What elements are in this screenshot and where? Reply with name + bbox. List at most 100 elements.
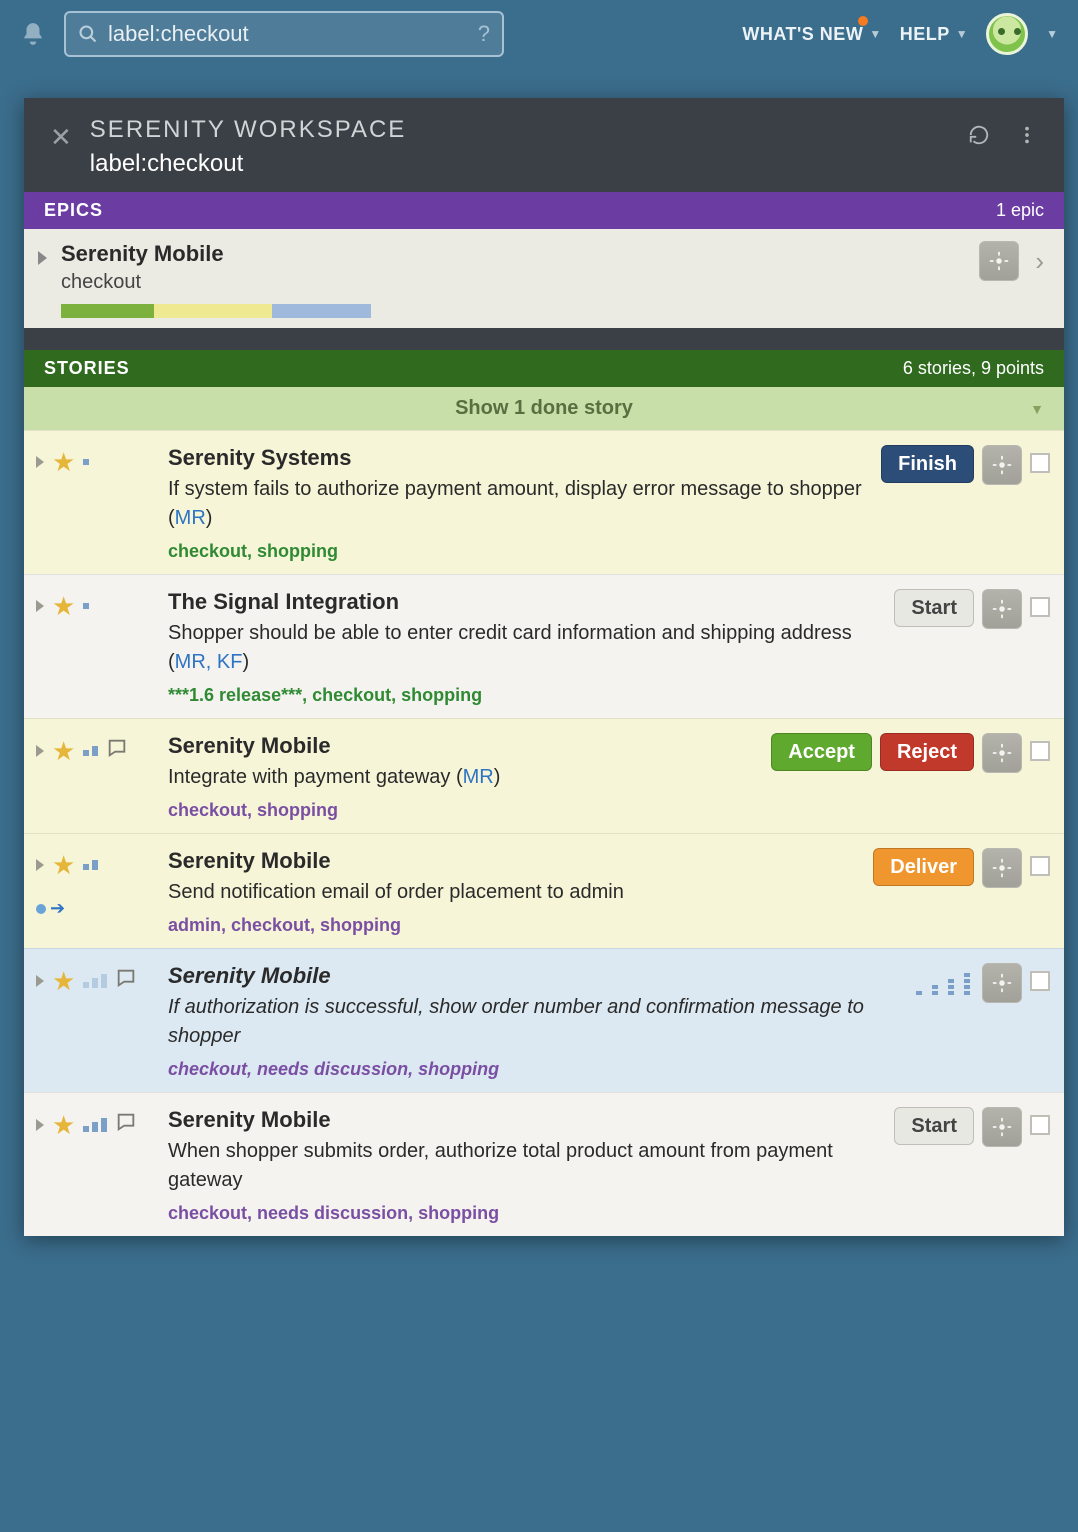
- story-title: If system fails to authorize payment amo…: [168, 475, 869, 533]
- locate-button[interactable]: [982, 848, 1022, 888]
- stories-summary: 6 stories, 9 points: [903, 358, 1044, 379]
- select-checkbox[interactable]: [1030, 971, 1050, 991]
- expand-icon[interactable]: [36, 745, 44, 757]
- epics-header: EPICS 1 epic: [24, 192, 1064, 229]
- kebab-icon[interactable]: [1016, 124, 1038, 146]
- help-link[interactable]: HELP ▼: [900, 24, 968, 45]
- refresh-icon[interactable]: [968, 124, 990, 146]
- story-title: When shopper submits order, authorize to…: [168, 1137, 882, 1195]
- search-help-icon[interactable]: ?: [478, 21, 490, 47]
- workspace-title: SERENITY WORKSPACE: [90, 116, 950, 144]
- story-title: Shopper should be able to enter credit c…: [168, 619, 882, 677]
- locate-button[interactable]: [982, 733, 1022, 773]
- select-checkbox[interactable]: [1030, 741, 1050, 761]
- story-labels[interactable]: checkout, shopping: [168, 800, 759, 821]
- story-title: Integrate with payment gateway (MR): [168, 763, 759, 792]
- story-project: Serenity Systems: [168, 445, 869, 471]
- search-panel: ✕ SERENITY WORKSPACE label:checkout EPIC…: [24, 98, 1064, 1236]
- epics-label: EPICS: [44, 200, 103, 221]
- story-title: If authorization is successful, show ord…: [168, 993, 904, 1051]
- estimate-indicator: [83, 860, 98, 870]
- blocker-icon[interactable]: ➔: [36, 898, 65, 919]
- locate-button[interactable]: [982, 589, 1022, 629]
- epic-title: Serenity Mobile: [61, 241, 965, 267]
- estimate-indicator: [83, 459, 89, 465]
- chevron-down-icon[interactable]: ▼: [1046, 27, 1058, 41]
- story-project: Serenity Mobile: [168, 848, 861, 874]
- star-icon: ★: [52, 852, 75, 878]
- search-input[interactable]: [108, 21, 468, 47]
- estimate-indicator: [83, 746, 98, 756]
- close-icon[interactable]: ✕: [50, 122, 72, 153]
- estimate-indicator: [83, 974, 107, 988]
- story-labels[interactable]: checkout, needs discussion, shopping: [168, 1203, 882, 1224]
- star-icon: ★: [52, 1112, 75, 1138]
- story-row[interactable]: ★ The Signal Integration Shopper should …: [24, 574, 1064, 718]
- chevron-down-icon: ▼: [869, 27, 881, 41]
- reject-button[interactable]: Reject: [880, 733, 974, 771]
- finish-button[interactable]: Finish: [881, 445, 974, 483]
- expand-icon[interactable]: [36, 1119, 44, 1131]
- comment-icon[interactable]: [115, 1111, 137, 1138]
- story-project: Serenity Mobile: [168, 1107, 882, 1133]
- whats-new-link[interactable]: WHAT'S NEW ▼: [742, 24, 881, 45]
- story-project: Serenity Mobile: [168, 733, 759, 759]
- panel-query: label:checkout: [90, 150, 950, 178]
- expand-icon[interactable]: [36, 975, 44, 987]
- select-checkbox[interactable]: [1030, 1115, 1050, 1135]
- expand-icon[interactable]: [36, 456, 44, 468]
- stories-label: STORIES: [44, 358, 130, 379]
- locate-button[interactable]: [982, 445, 1022, 485]
- start-button[interactable]: Start: [894, 589, 974, 627]
- avatar[interactable]: [986, 13, 1028, 55]
- locate-button[interactable]: [979, 241, 1019, 281]
- start-button[interactable]: Start: [894, 1107, 974, 1145]
- epic-row[interactable]: Serenity Mobile checkout ›: [24, 229, 1064, 328]
- story-row[interactable]: ★ Serenity Mobile Integrate with payment…: [24, 718, 1064, 833]
- select-checkbox[interactable]: [1030, 453, 1050, 473]
- deliver-button[interactable]: Deliver: [873, 848, 974, 886]
- star-icon: ★: [52, 738, 75, 764]
- chevron-down-icon: ▼: [956, 27, 968, 41]
- chevron-right-icon[interactable]: ›: [1029, 246, 1050, 277]
- story-row[interactable]: ★ ➔ Serenity Mobile Send notification em…: [24, 833, 1064, 948]
- epic-progress-bar: [61, 304, 371, 318]
- expand-icon[interactable]: [38, 251, 47, 265]
- panel-header: ✕ SERENITY WORKSPACE label:checkout: [24, 98, 1064, 192]
- expand-icon[interactable]: [36, 859, 44, 871]
- story-row[interactable]: ★ Serenity Systems If system fails to au…: [24, 430, 1064, 574]
- star-icon: ★: [52, 593, 75, 619]
- story-labels[interactable]: admin, checkout, shopping: [168, 915, 861, 936]
- story-project: The Signal Integration: [168, 589, 882, 615]
- whats-new-label: WHAT'S NEW: [742, 24, 863, 45]
- story-row[interactable]: ★ Serenity Mobile When shopper submits o…: [24, 1092, 1064, 1236]
- star-icon: ★: [52, 968, 75, 994]
- story-title: Send notification email of order placeme…: [168, 878, 861, 907]
- chevron-down-icon: ▼: [1030, 401, 1044, 417]
- estimate-indicator: [83, 1118, 107, 1132]
- locate-button[interactable]: [982, 963, 1022, 1003]
- select-checkbox[interactable]: [1030, 597, 1050, 617]
- epic-subtitle: checkout: [61, 271, 965, 294]
- search-icon: [78, 24, 98, 44]
- expand-icon[interactable]: [36, 600, 44, 612]
- notification-dot: [858, 16, 868, 26]
- estimate-picker[interactable]: [916, 973, 970, 995]
- top-header: ? WHAT'S NEW ▼ HELP ▼ ▼: [0, 0, 1078, 68]
- comment-icon[interactable]: [106, 737, 128, 764]
- help-label: HELP: [900, 24, 950, 45]
- comment-icon[interactable]: [115, 967, 137, 994]
- estimate-indicator: [83, 603, 89, 609]
- story-labels[interactable]: checkout, needs discussion, shopping: [168, 1059, 904, 1080]
- locate-button[interactable]: [982, 1107, 1022, 1147]
- star-icon: ★: [52, 449, 75, 475]
- story-labels[interactable]: checkout, shopping: [168, 541, 869, 562]
- accept-button[interactable]: Accept: [771, 733, 872, 771]
- show-done-toggle[interactable]: Show 1 done story ▼: [24, 387, 1064, 430]
- select-checkbox[interactable]: [1030, 856, 1050, 876]
- stories-header: STORIES 6 stories, 9 points: [24, 350, 1064, 387]
- story-row[interactable]: ★ Serenity Mobile If authorization is su…: [24, 948, 1064, 1092]
- search-box[interactable]: ?: [64, 11, 504, 57]
- story-labels[interactable]: ***1.6 release***, checkout, shopping: [168, 685, 882, 706]
- bell-icon[interactable]: [20, 21, 46, 47]
